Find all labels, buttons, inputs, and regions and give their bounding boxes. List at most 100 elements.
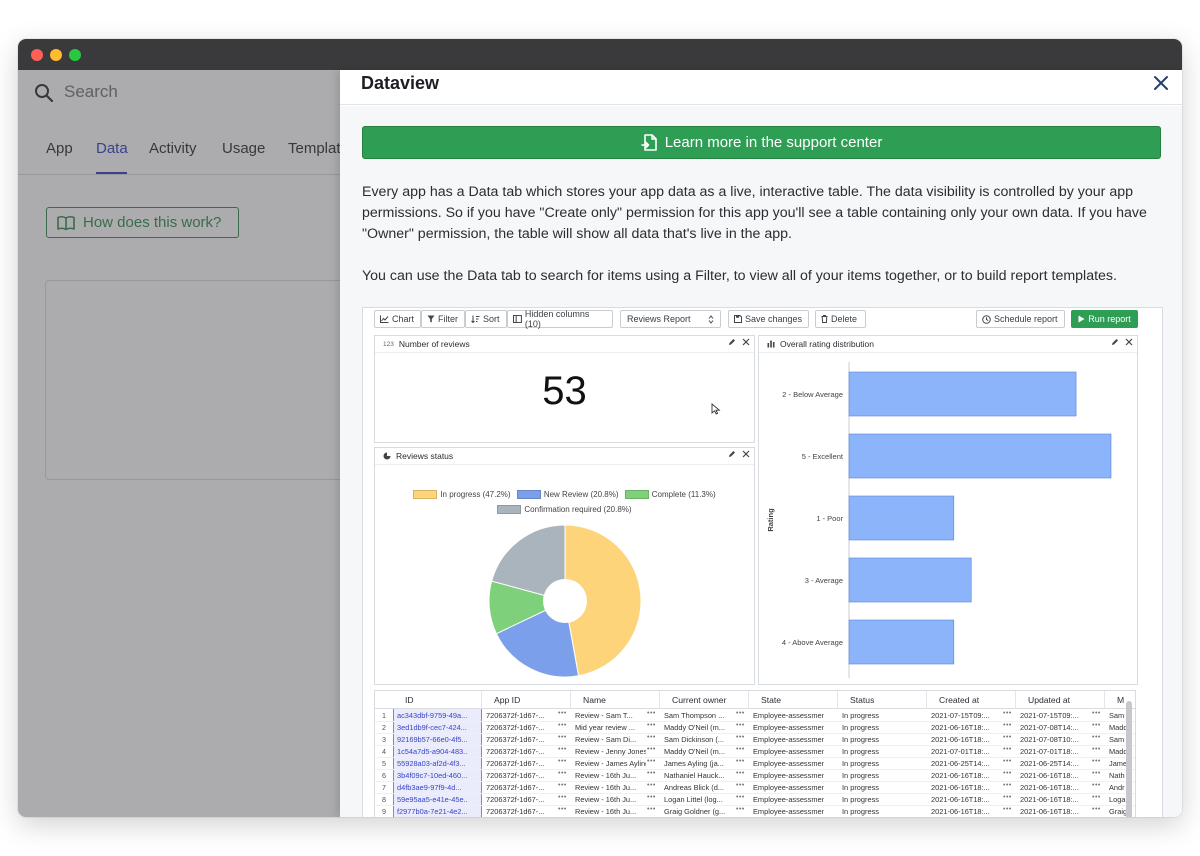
table-cell[interactable]: In progress	[838, 782, 913, 794]
cell-more-icon[interactable]: •••	[647, 806, 656, 813]
cell-more-icon[interactable]: •••	[558, 746, 567, 753]
table-cell[interactable]: 2021-06-16T18:...	[927, 794, 1002, 806]
table-cell[interactable]: 7206372f-1d67-...	[482, 782, 557, 794]
cell-more-icon[interactable]: •••	[1092, 710, 1101, 717]
table-row[interactable]: 1 ac343dbf-9759-49a... 7206372f-1d67-... ••…	[375, 710, 1135, 722]
table-cell[interactable]: Nathaniel Hauck...	[660, 770, 735, 782]
table-row[interactable]: 7 d4fb3ae9-97f9-4d... 7206372f-1d67-... •••…	[375, 782, 1135, 794]
bar-2-below-average[interactable]	[848, 371, 1077, 417]
save-changes-button[interactable]: Save changes	[728, 310, 809, 328]
table-cell[interactable]: In progress	[838, 770, 913, 782]
maximize-window-button[interactable]	[69, 49, 81, 61]
table-cell[interactable]: 3ed1db9f-cec7-424...	[393, 722, 468, 734]
cell-more-icon[interactable]: •••	[558, 710, 567, 717]
table-cell[interactable]: 2021-06-16T18:...	[927, 782, 1002, 794]
table-cell[interactable]: Employee-assessment	[749, 794, 824, 806]
table-cell[interactable]: Review - Sam Di...	[571, 734, 646, 746]
table-cell[interactable]: 7206372f-1d67-...	[482, 806, 557, 817]
filter-button[interactable]: Filter	[421, 310, 465, 328]
column-header[interactable]: Created at	[927, 691, 1016, 709]
table-cell[interactable]: Employee-assessment	[749, 722, 824, 734]
table-cell[interactable]: 92169b57-66e0-4f5...	[393, 734, 468, 746]
table-scrollbar[interactable]	[1126, 701, 1132, 817]
cell-more-icon[interactable]: •••	[647, 770, 656, 777]
table-cell[interactable]: f2977b0a-7e21-4e2...	[393, 806, 468, 817]
table-cell[interactable]: 2021-06-16T18:...	[1016, 794, 1091, 806]
cell-more-icon[interactable]: •••	[647, 710, 656, 717]
table-cell[interactable]: Mid year review ...	[571, 722, 646, 734]
cell-more-icon[interactable]: •••	[736, 734, 745, 741]
table-cell[interactable]: Review - Sam T...	[571, 710, 646, 722]
cell-more-icon[interactable]: •••	[736, 758, 745, 765]
cell-more-icon[interactable]: •••	[647, 746, 656, 753]
table-cell[interactable]: 7206372f-1d67-...	[482, 770, 557, 782]
table-cell[interactable]: Logan Littel (log...	[660, 794, 735, 806]
cell-more-icon[interactable]: •••	[1092, 734, 1101, 741]
table-cell[interactable]: 7206372f-1d67-...	[482, 734, 557, 746]
table-cell[interactable]: Review - 16th Ju...	[571, 806, 646, 817]
table-cell[interactable]: In progress	[838, 758, 913, 770]
edit-icon[interactable]	[728, 338, 736, 346]
cell-more-icon[interactable]: •••	[1092, 746, 1101, 753]
table-cell[interactable]: 1c54a7d5-a904-483...	[393, 746, 468, 758]
close-window-button[interactable]	[31, 49, 43, 61]
legend-item[interactable]: Confirmation required (20.8%)	[497, 503, 632, 516]
cell-more-icon[interactable]: •••	[1092, 782, 1101, 789]
table-cell[interactable]: 2021-06-25T14:...	[1016, 758, 1091, 770]
table-cell[interactable]: Review - 16th Ju...	[571, 782, 646, 794]
column-header[interactable]: Current owner	[660, 691, 749, 709]
cell-more-icon[interactable]: •••	[1003, 782, 1012, 789]
table-cell[interactable]: Andreas Blick (d...	[660, 782, 735, 794]
cell-more-icon[interactable]: •••	[736, 782, 745, 789]
table-row[interactable]: 2 3ed1db9f-cec7-424... 7206372f-1d67-... ••…	[375, 722, 1135, 734]
table-cell[interactable]: In progress	[838, 746, 913, 758]
legend-item[interactable]: Complete (11.3%)	[624, 488, 716, 501]
cell-more-icon[interactable]: •••	[558, 806, 567, 813]
table-cell[interactable]: In progress	[838, 734, 913, 746]
legend-item[interactable]: New Review (20.8%)	[516, 488, 619, 501]
table-cell[interactable]: 2021-06-25T14:...	[927, 758, 1002, 770]
table-cell[interactable]: In progress	[838, 794, 913, 806]
table-cell[interactable]: Review - 16th Ju...	[571, 770, 646, 782]
table-cell[interactable]: Sam Thompson ...	[660, 710, 735, 722]
table-cell[interactable]: In progress	[838, 806, 913, 817]
cell-more-icon[interactable]: •••	[558, 734, 567, 741]
cell-more-icon[interactable]: •••	[1092, 794, 1101, 801]
column-header[interactable]: Updated at	[1016, 691, 1105, 709]
table-row[interactable]: 4 1c54a7d5-a904-483... 7206372f-1d67-... ••…	[375, 746, 1135, 758]
table-cell[interactable]: 2021-06-16T18:...	[927, 722, 1002, 734]
table-cell[interactable]: ac343dbf-9759-49a...	[393, 710, 468, 722]
bar-4-above-average[interactable]	[848, 619, 955, 665]
table-cell[interactable]: 7206372f-1d67-...	[482, 722, 557, 734]
cell-more-icon[interactable]: •••	[736, 794, 745, 801]
close-icon[interactable]	[1125, 338, 1133, 346]
table-cell[interactable]: Sam Dickinson (...	[660, 734, 735, 746]
cell-more-icon[interactable]: •••	[558, 722, 567, 729]
schedule-report-button[interactable]: Schedule report	[976, 310, 1065, 328]
table-cell[interactable]: Employee-assessment	[749, 782, 824, 794]
edit-icon[interactable]	[728, 450, 736, 458]
table-row[interactable]: 9 f2977b0a-7e21-4e2... 7206372f-1d67-... ••…	[375, 806, 1135, 817]
cell-more-icon[interactable]: •••	[1003, 734, 1012, 741]
report-select[interactable]: Reviews Report	[620, 310, 721, 328]
cell-more-icon[interactable]: •••	[1003, 746, 1012, 753]
column-header[interactable]: App ID	[482, 691, 571, 709]
minimize-window-button[interactable]	[50, 49, 62, 61]
table-cell[interactable]: 7206372f-1d67-...	[482, 746, 557, 758]
cell-more-icon[interactable]: •••	[1003, 770, 1012, 777]
bar-5-excellent[interactable]	[848, 433, 1112, 479]
cell-more-icon[interactable]: •••	[1003, 794, 1012, 801]
table-cell[interactable]: Employee-assessment	[749, 758, 824, 770]
table-cell[interactable]: 7206372f-1d67-...	[482, 758, 557, 770]
cell-more-icon[interactable]: •••	[1003, 758, 1012, 765]
table-cell[interactable]: 7206372f-1d67-...	[482, 710, 557, 722]
table-cell[interactable]: 7206372f-1d67-...	[482, 794, 557, 806]
table-cell[interactable]: 2021-07-08T14:...	[1016, 722, 1091, 734]
cell-more-icon[interactable]: •••	[1092, 758, 1101, 765]
cell-more-icon[interactable]: •••	[558, 770, 567, 777]
cell-more-icon[interactable]: •••	[736, 722, 745, 729]
cell-more-icon[interactable]: •••	[1003, 710, 1012, 717]
cell-more-icon[interactable]: •••	[736, 806, 745, 813]
close-icon[interactable]	[1152, 74, 1170, 92]
cell-more-icon[interactable]: •••	[558, 794, 567, 801]
